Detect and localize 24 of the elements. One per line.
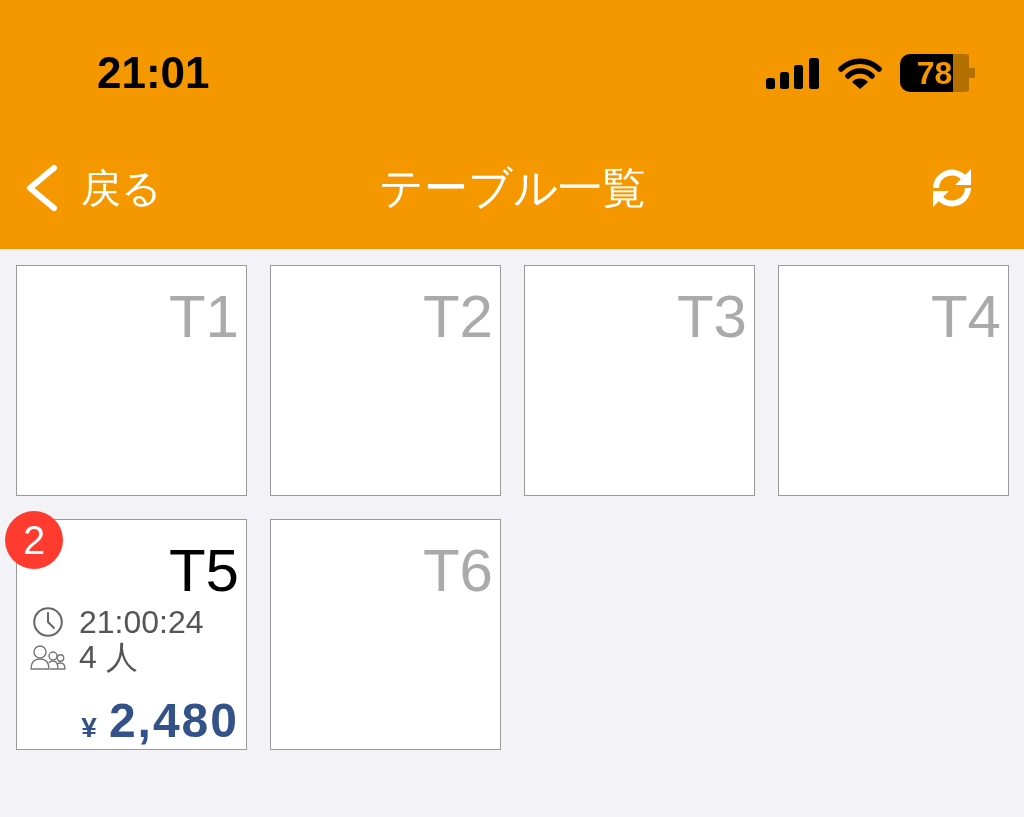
- order-time: 21:00:24: [79, 605, 204, 638]
- back-button[interactable]: 戻る: [25, 164, 162, 212]
- table-label: T4: [930, 287, 1001, 347]
- count-badge: 2: [5, 511, 63, 569]
- battery-indicator: 78: [900, 54, 975, 92]
- guest-count: 4 人: [79, 640, 138, 673]
- table-card[interactable]: T2: [270, 265, 501, 496]
- people-icon: [30, 643, 66, 670]
- table-label: T5: [168, 541, 239, 601]
- table-card[interactable]: T3: [524, 265, 755, 496]
- table-card[interactable]: T6: [270, 519, 501, 750]
- chevron-left-icon: [25, 164, 59, 212]
- table-label: T1: [168, 287, 239, 347]
- wifi-icon: [838, 57, 882, 89]
- total-price: ¥ 2,480: [81, 697, 239, 745]
- table-label: T6: [422, 541, 493, 601]
- signal-icon: [766, 57, 819, 89]
- screen-title: テーブル一覧: [378, 166, 646, 210]
- table-card[interactable]: T1: [16, 265, 247, 496]
- table-label: T3: [676, 287, 747, 347]
- table-card[interactable]: T4: [778, 265, 1009, 496]
- status-time: 21:01: [97, 51, 210, 95]
- table-label: T2: [422, 287, 493, 347]
- clock-icon: [33, 606, 63, 637]
